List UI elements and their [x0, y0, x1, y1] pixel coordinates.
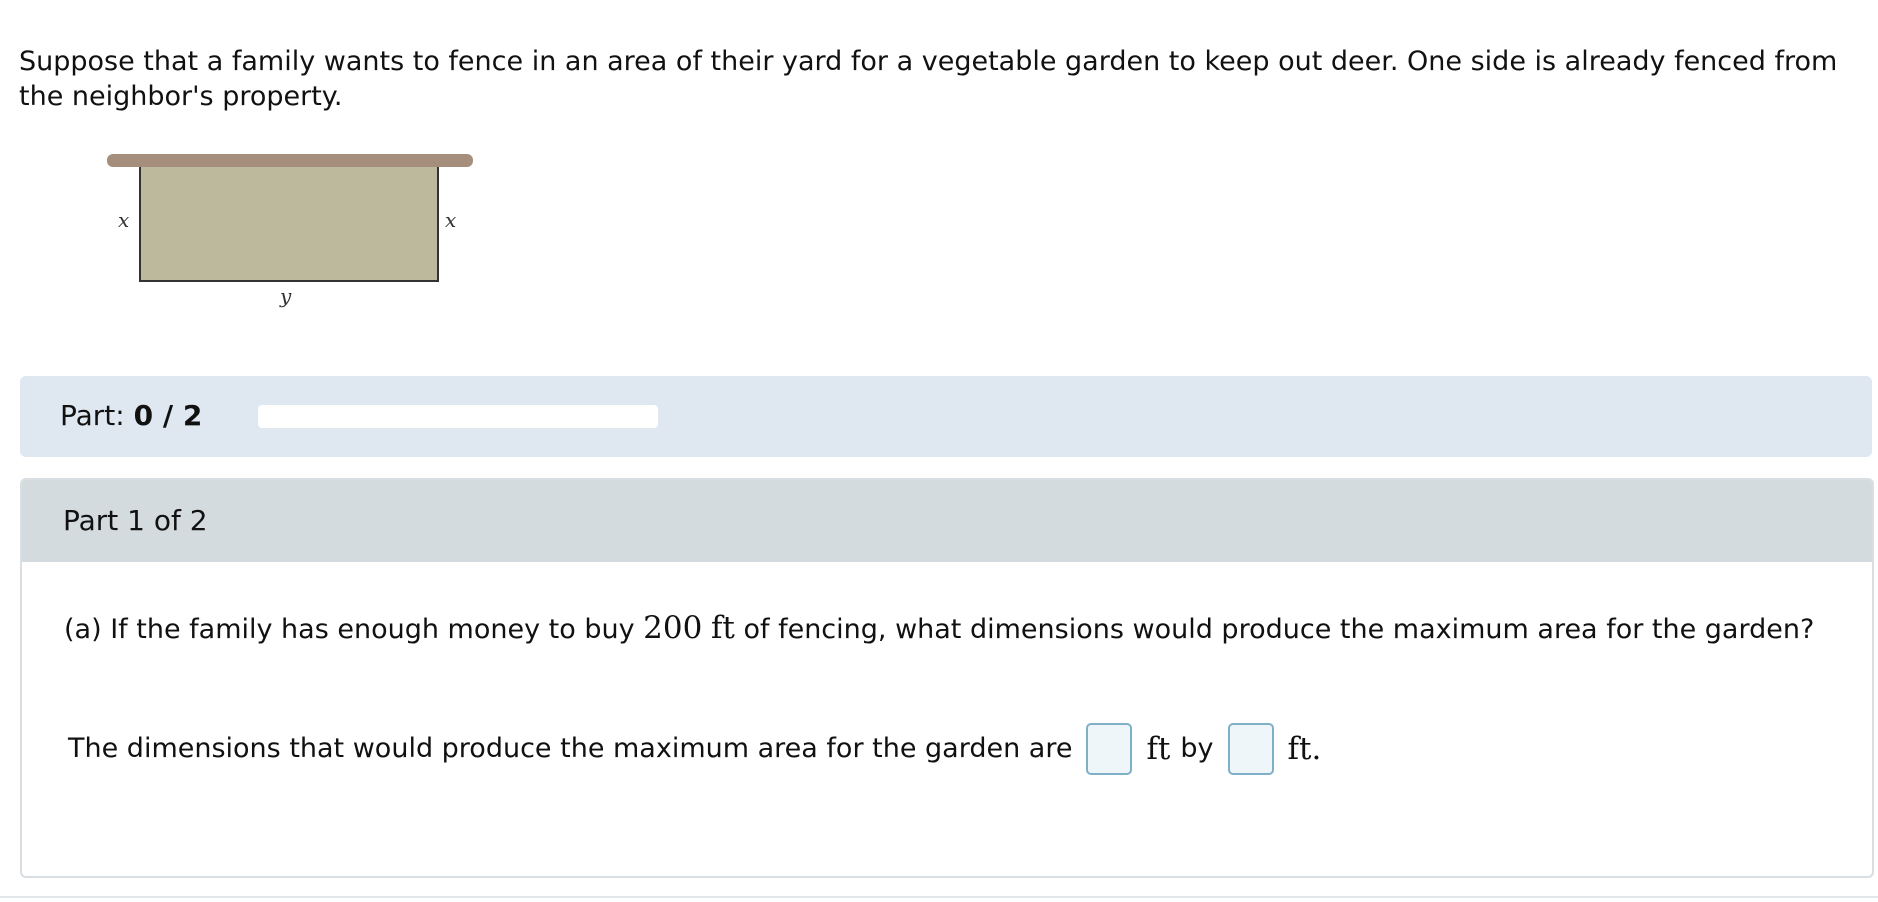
question-suffix: of fencing, what dimensions would produc…: [743, 614, 1815, 645]
bottom-side-label: y: [280, 284, 292, 308]
problem-statement: Suppose that a family wants to fence in …: [19, 46, 1838, 112]
first-dimension-unit: ft: [1146, 731, 1171, 767]
part-progress-bar: Part: 0 / 2: [20, 376, 1872, 457]
part-header: Part 1 of 2: [22, 480, 1872, 562]
garden-diagram: x x y: [100, 148, 490, 323]
answer-line: The dimensions that would produce the ma…: [68, 721, 1321, 777]
garden-area: [139, 160, 439, 282]
neighbor-fence: [107, 154, 473, 167]
progress-track: [258, 405, 658, 428]
garden-figure-svg: [107, 154, 473, 282]
part-count: 0 / 2: [133, 399, 203, 432]
second-dimension-input[interactable]: [1227, 723, 1274, 775]
part-card: Part 1 of 2 (a) If the family has enough…: [20, 478, 1874, 878]
right-side-label: x: [445, 208, 457, 232]
left-side-label: x: [118, 208, 130, 232]
bottom-divider: [0, 896, 1878, 898]
part-progress-label: Part: 0 / 2: [60, 399, 202, 433]
part-label-text: Part:: [60, 399, 125, 432]
first-dimension-input[interactable]: [1086, 723, 1133, 775]
answer-prefix: The dimensions that would produce the ma…: [68, 733, 1073, 764]
fencing-unit: ft: [710, 610, 735, 646]
second-dimension-unit: ft.: [1287, 731, 1322, 767]
part-header-title: Part 1 of 2: [63, 504, 208, 537]
question-text: (a) If the family has enough money to bu…: [64, 608, 1824, 650]
question-prefix: (a) If the family has enough money to bu…: [64, 614, 635, 645]
fencing-amount: 200: [643, 610, 703, 646]
answer-by-text: by: [1180, 733, 1214, 764]
